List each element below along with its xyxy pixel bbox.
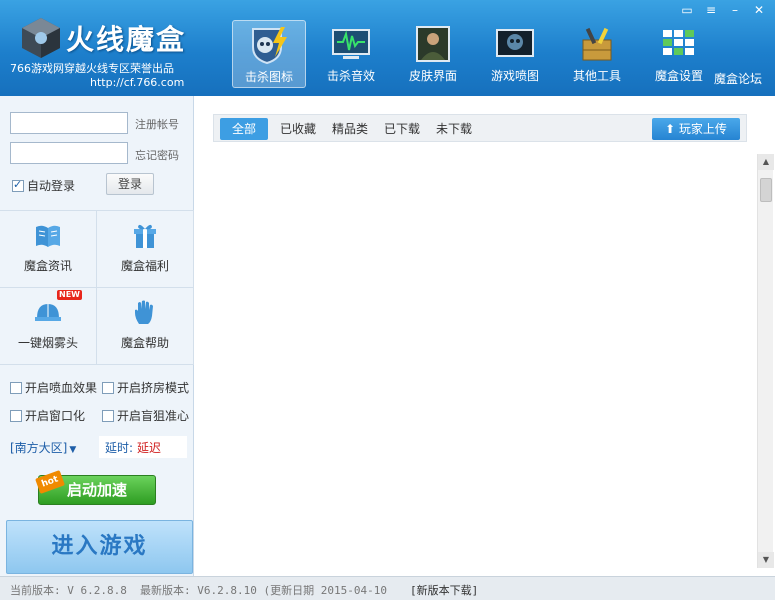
latency-value: 延迟	[137, 441, 162, 455]
enter-game-button[interactable]: 进入游戏	[6, 520, 193, 574]
option-label: 开启挤房模式	[117, 381, 190, 395]
option-checkbox[interactable]	[102, 409, 114, 422]
scroll-up-icon[interactable]: ▲	[758, 154, 774, 170]
player-upload-button[interactable]: ⬆ 玩家上传	[652, 118, 740, 140]
forum-link[interactable]: 魔盒论坛	[714, 70, 762, 87]
gift-icon	[134, 224, 156, 248]
filter-tab-all[interactable]: 全部	[220, 118, 269, 140]
accelerate-label: 启动加速	[66, 481, 127, 499]
option-label: 开启窗口化	[25, 409, 86, 423]
latency-label: 延时:	[105, 441, 134, 455]
option-label: 开启盲狙准心	[117, 409, 190, 423]
nav-label: 游戏喷图	[490, 69, 539, 83]
upload-icon: ⬆	[665, 122, 679, 136]
close-icon[interactable]: ✕	[749, 2, 769, 18]
nav-label: 击杀图标	[244, 70, 293, 84]
menu-icon[interactable]: ≡	[701, 2, 721, 18]
feature-label: 魔盒福利	[120, 259, 169, 273]
auto-login-checkbox[interactable]	[12, 178, 24, 192]
scrollbar[interactable]: ▲ ▼	[757, 154, 774, 568]
register-link[interactable]: 注册帐号	[135, 116, 179, 132]
current-version: 当前版本: V 6.2.8.8	[10, 584, 127, 597]
new-badge: NEW	[57, 290, 82, 300]
sidebar: 注册帐号 忘记密码 自动登录 登录 魔盒资讯 魔盒福利	[0, 96, 194, 576]
header: 火线魔盒 766游戏网穿越火线专区荣誉出品 http://cf.766.com …	[0, 0, 775, 96]
latest-version: 最新版本: V6.2.8.10 (更新日期 2015-04-10	[140, 584, 387, 597]
forgot-password-link[interactable]: 忘记密码	[135, 147, 179, 163]
feature-smoke-head[interactable]: NEW 一键烟雾头	[0, 288, 97, 365]
accelerate-button[interactable]: hot 启动加速	[35, 470, 156, 505]
logo-cube-icon	[22, 18, 60, 58]
book-icon	[36, 225, 60, 247]
window-controls: ▭ ≡ – ✕	[677, 2, 769, 18]
option-checkbox[interactable]	[10, 381, 22, 394]
option-squeeze-room[interactable]: 开启挤房模式	[102, 379, 189, 396]
feature-help[interactable]: 魔盒帮助	[97, 288, 194, 365]
chat-icon[interactable]: ▭	[677, 2, 697, 18]
nav-kill-sounds[interactable]: 击杀音效	[314, 20, 388, 88]
nav-sprays[interactable]: 游戏喷图	[478, 20, 552, 88]
feature-welfare[interactable]: 魔盒福利	[97, 211, 194, 288]
option-blood-spray[interactable]: 开启喷血效果	[10, 379, 97, 396]
latency-display: 延时: 延迟	[99, 436, 187, 458]
nav-other-tools[interactable]: 其他工具	[560, 20, 634, 88]
login-button[interactable]: 登录	[106, 173, 154, 195]
nav-label: 击杀音效	[326, 69, 375, 83]
nav-label: 皮肤界面	[408, 69, 457, 83]
auto-login-label: 自动登录	[27, 179, 76, 193]
spray-skull-icon	[496, 29, 534, 57]
status-bar: 当前版本: V 6.2.8.8 最新版本: V6.2.8.10 (更新日期 20…	[0, 576, 775, 600]
option-label: 开启喷血效果	[25, 381, 98, 395]
feature-grid: 魔盒资讯 魔盒福利 NEW 一键烟雾头 魔盒帮助	[0, 210, 194, 365]
scroll-down-icon[interactable]: ▼	[758, 552, 774, 568]
chevron-down-icon: ▼	[69, 445, 77, 455]
helmet-icon	[35, 304, 61, 321]
feature-label: 魔盒资讯	[23, 259, 72, 273]
filter-tab-favorites[interactable]: 已收藏	[268, 118, 328, 140]
tools-crate-icon	[582, 27, 612, 61]
settings-grid-icon	[663, 30, 694, 55]
hot-tag: hot	[35, 470, 65, 494]
option-windowed[interactable]: 开启窗口化	[10, 407, 85, 424]
logo-area: 火线魔盒 766游戏网穿越火线专区荣誉出品 http://cf.766.com	[10, 10, 225, 90]
main-content: 全部 已收藏 精品类 已下载 未下载 ⬆ 玩家上传 ▲ ▼	[195, 96, 775, 576]
scroll-thumb[interactable]	[760, 178, 772, 202]
upload-label: 玩家上传	[678, 122, 727, 136]
region-select[interactable]: [南方大区] ▼	[10, 439, 76, 456]
feature-news[interactable]: 魔盒资讯	[0, 211, 97, 288]
sound-wave-monitor-icon	[332, 29, 370, 59]
option-checkbox[interactable]	[102, 381, 114, 394]
nav-kill-icons[interactable]: 击杀图标	[232, 20, 306, 88]
filter-tab-premium[interactable]: 精品类	[320, 118, 380, 140]
app-url[interactable]: http://cf.766.com	[90, 76, 184, 89]
nav-skins[interactable]: 皮肤界面	[396, 20, 470, 88]
skull-lightning-icon	[252, 27, 287, 65]
nav-label: 魔盒设置	[654, 69, 703, 83]
filter-tab-not-downloaded[interactable]: 未下载	[424, 118, 484, 140]
minimize-icon[interactable]: –	[725, 2, 745, 18]
login-box: 注册帐号 忘记密码 自动登录 登录	[0, 96, 194, 210]
auto-login[interactable]: 自动登录	[12, 177, 75, 194]
app-subtitle: 766游戏网穿越火线专区荣誉出品	[10, 62, 174, 75]
hand-icon	[135, 300, 153, 324]
option-blind-crosshair[interactable]: 开启盲狙准心	[102, 407, 189, 424]
account-input[interactable]	[10, 112, 128, 134]
nav-settings[interactable]: 魔盒设置	[642, 20, 716, 88]
download-new-version-link[interactable]: [新版本下载]	[410, 582, 478, 598]
soldier-portrait-icon	[416, 26, 450, 62]
nav-label: 其他工具	[572, 69, 621, 83]
region-value: [南方大区]	[10, 441, 68, 455]
feature-label: 一键烟雾头	[17, 336, 78, 350]
feature-label: 魔盒帮助	[120, 336, 169, 350]
filter-tab-downloaded[interactable]: 已下载	[372, 118, 432, 140]
filter-bar: 全部 已收藏 精品类 已下载 未下载 ⬆ 玩家上传	[213, 114, 747, 142]
app-title: 火线魔盒	[66, 23, 187, 56]
password-input[interactable]	[10, 142, 128, 164]
option-checkbox[interactable]	[10, 409, 22, 422]
